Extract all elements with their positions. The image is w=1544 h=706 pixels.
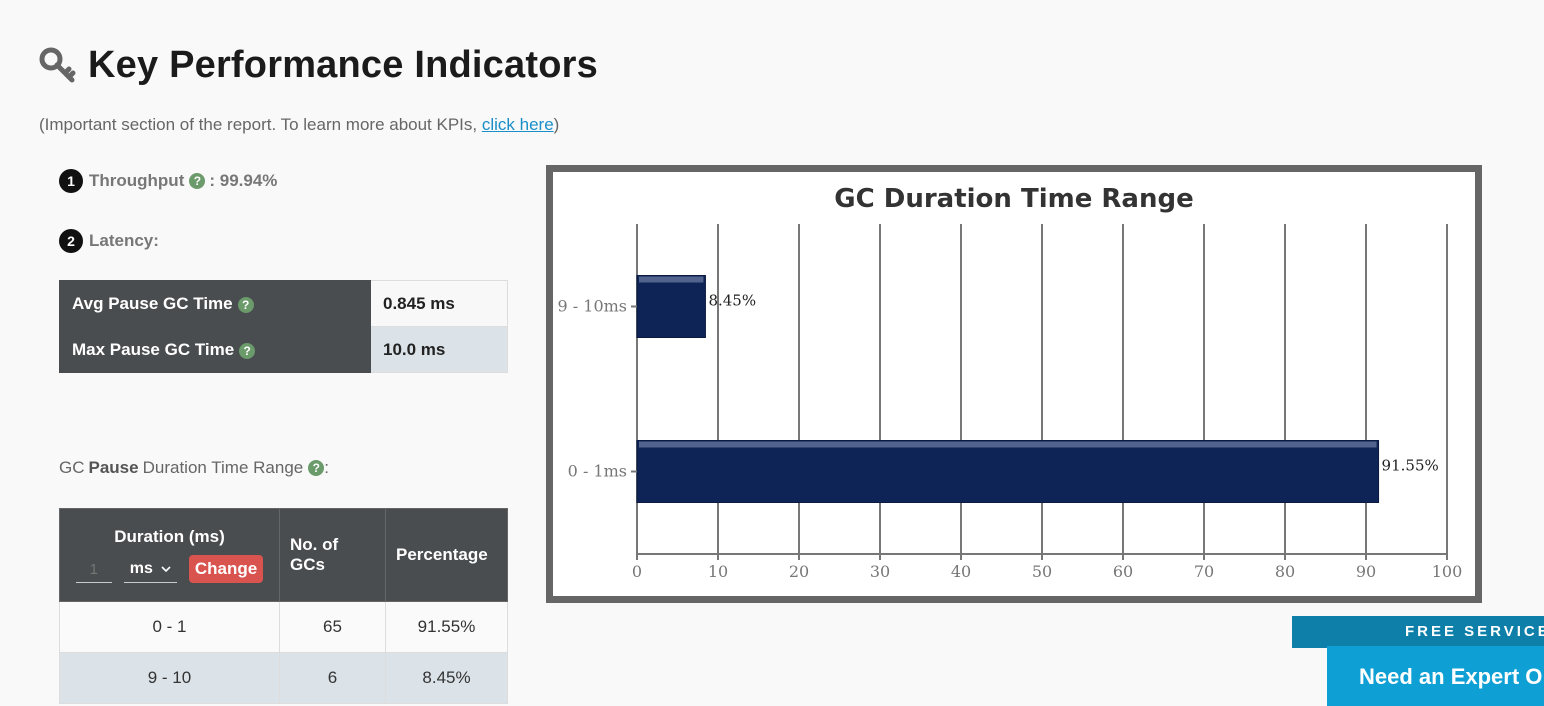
- percentage-cell: 8.45%: [385, 652, 508, 704]
- change-button[interactable]: Change: [188, 555, 264, 583]
- count-header: No. of GCs: [279, 508, 386, 602]
- x-tick-label: 0: [632, 562, 642, 581]
- throughput-value: : 99.94%: [209, 171, 278, 190]
- unit-select[interactable]: ms: [123, 556, 177, 583]
- chart-canvas: 0 10 20 30 40 50 60 70 80 90 100 8.45% 9 - 10ms 91.55…: [558, 224, 1463, 581]
- duration-header-label: Duration (ms): [114, 527, 225, 546]
- bar: [636, 275, 706, 338]
- bar-highlight: [639, 441, 1377, 448]
- count-cell: 65: [279, 601, 386, 653]
- question-circle-icon[interactable]: ?: [239, 342, 256, 359]
- range-colon: :: [324, 458, 329, 477]
- duration-controls: ms Change: [70, 555, 269, 583]
- page-title: Key Performance Indicators: [88, 44, 598, 86]
- x-tick-label: 30: [870, 562, 890, 581]
- range-bold: Pause: [88, 458, 139, 477]
- x-tick-label: 20: [789, 562, 809, 581]
- percentage-header: Percentage: [385, 508, 508, 602]
- x-tick-label: 80: [1275, 562, 1295, 581]
- x-tick-label: 90: [1356, 562, 1376, 581]
- count-cell: 6: [279, 652, 386, 704]
- table-header-row: Duration (ms) ms Change No. of GCs Perce…: [59, 508, 508, 602]
- range-section-label: GC Pause Duration Time Range ? :: [59, 458, 329, 478]
- x-tick-label: 100: [1432, 562, 1463, 581]
- max-pause-value: 10.0 ms: [370, 326, 508, 373]
- bar-highlight: [639, 276, 704, 283]
- kpi-number-badge: 2: [59, 229, 83, 253]
- percentage-cell: 91.55%: [385, 601, 508, 653]
- kpi-number-badge: 1: [59, 169, 83, 193]
- subtitle-prefix: (Important section of the report. To lea…: [39, 115, 482, 134]
- table-row: 0 - 1 65 91.55%: [59, 601, 508, 653]
- max-pause-label: Max Pause GC Time: [72, 339, 235, 359]
- gc-duration-chart: GC Duration Time Range 0 10 20 30 40 50 60 70 80…: [546, 165, 1482, 603]
- latency-table: Avg Pause GC Time? 0.845 ms Max Pause GC…: [59, 280, 508, 373]
- data-label: 8.45%: [708, 292, 756, 310]
- duration-table: Duration (ms) ms Change No. of GCs Perce…: [59, 508, 508, 704]
- range-prefix: GC: [59, 458, 85, 477]
- key-icon: [39, 47, 76, 82]
- x-tick-label: 60: [1113, 562, 1133, 581]
- chevron-down-icon: [161, 565, 171, 572]
- throughput-label: Throughput: [89, 171, 185, 190]
- kpi-learn-more-link[interactable]: click here: [482, 115, 554, 134]
- kpi-latency: 2 Latency:: [59, 229, 159, 253]
- x-tick-label: 50: [1032, 562, 1052, 581]
- range-suffix: Duration Time Range: [142, 458, 304, 477]
- latency-label-cell: Max Pause GC Time?: [59, 326, 371, 373]
- unit-select-value: ms: [129, 560, 153, 577]
- range-cell: 9 - 10: [59, 652, 280, 704]
- kpi-throughput: 1 Throughput ? : 99.94%: [59, 169, 277, 193]
- latency-label: Latency:: [89, 231, 159, 250]
- promo-banner-top[interactable]: FREE SERVICE: [1292, 616, 1544, 648]
- table-row: 9 - 10 6 8.45%: [59, 652, 508, 704]
- x-tick-label: 10: [708, 562, 728, 581]
- avg-pause-label: Avg Pause GC Time: [72, 293, 233, 313]
- table-row: Max Pause GC Time? 10.0 ms: [59, 326, 508, 373]
- range-cell: 0 - 1: [59, 601, 280, 653]
- avg-pause-value: 0.845 ms: [370, 280, 508, 327]
- latency-label-cell: Avg Pause GC Time?: [59, 280, 371, 327]
- page-header: Key Performance Indicators: [38, 44, 598, 87]
- y-tick-label: 9 - 10ms: [558, 297, 628, 316]
- y-tick-label: 0 - 1ms: [568, 462, 627, 481]
- x-tick-label: 40: [951, 562, 971, 581]
- question-circle-icon[interactable]: ?: [308, 460, 325, 476]
- promo-expert-button[interactable]: Need an Expert O: [1327, 646, 1544, 706]
- bar: [636, 440, 1380, 503]
- page-subtitle: (Important section of the report. To lea…: [39, 115, 559, 135]
- question-circle-icon[interactable]: ?: [237, 296, 254, 313]
- subtitle-suffix: ): [553, 115, 560, 134]
- data-label: 91.55%: [1382, 457, 1439, 475]
- question-circle-icon[interactable]: ?: [189, 173, 206, 189]
- x-tick-label: 70: [1194, 562, 1214, 581]
- table-row: Avg Pause GC Time? 0.845 ms: [59, 280, 508, 327]
- duration-input[interactable]: [75, 557, 112, 583]
- duration-header: Duration (ms) ms Change: [59, 508, 280, 602]
